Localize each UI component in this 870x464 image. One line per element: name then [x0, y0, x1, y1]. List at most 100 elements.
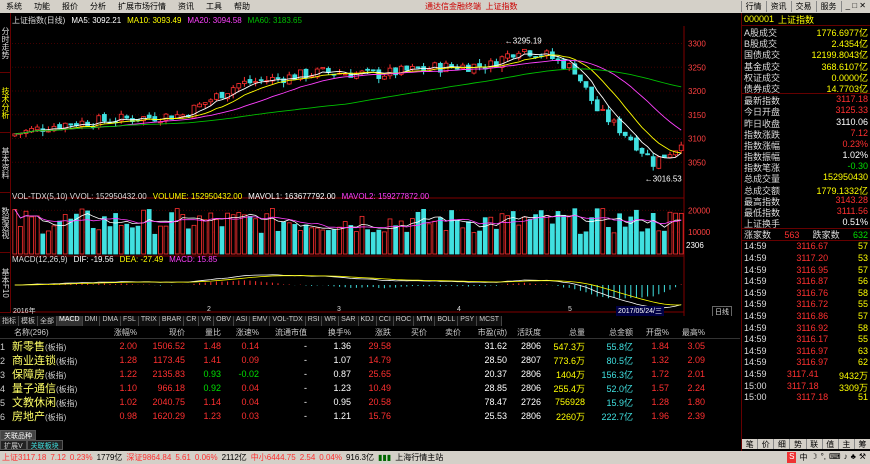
table-row[interactable]: 2 商业连锁(板指) 1.28 1173.45 1.41 0.09-1.07 14.79 28…	[0, 353, 740, 367]
right-tab[interactable]: 筹	[855, 439, 870, 449]
indicator-tab[interactable]: PSY	[458, 316, 478, 326]
indicator-tab[interactable]: MACD	[57, 316, 83, 326]
tick-row: 15:00 3117.18 51	[742, 392, 870, 404]
column-header[interactable]: 最高%	[672, 327, 708, 338]
menu-help[interactable]: 帮助	[228, 1, 256, 12]
menu-right-trade[interactable]: 交易	[790, 1, 816, 12]
indicator-tab[interactable]: FSL	[121, 316, 139, 326]
status-zx[interactable]: 中小6444.75	[251, 452, 296, 463]
indicator-tab[interactable]: OBV	[214, 316, 234, 326]
right-tab[interactable]: 联	[807, 439, 823, 449]
volume-bar	[354, 231, 359, 255]
indicator-tab[interactable]: SAR	[339, 316, 359, 326]
menu-quote[interactable]: 报价	[56, 1, 84, 12]
candle	[180, 114, 186, 117]
volume-bar	[594, 208, 600, 255]
tools-icon[interactable]: ⚒	[859, 452, 866, 463]
tick-row: 14:59 3117.41 9432万	[742, 369, 870, 381]
column-header[interactable]: 量比	[188, 327, 224, 338]
indicator-tab[interactable]: 全部	[38, 316, 57, 326]
indicator-tab[interactable]: 模板	[19, 316, 38, 326]
tab-basic-info[interactable]: 基本资料	[0, 133, 11, 193]
right-tab[interactable]: 值	[823, 439, 839, 449]
volume-bar	[214, 219, 219, 255]
indicator-tab[interactable]: CR	[184, 316, 200, 326]
indicator-tab[interactable]: VOL-TDX	[270, 316, 306, 326]
column-header[interactable]: 市盈(动)	[464, 327, 510, 338]
indicator-tab[interactable]: DMA	[100, 316, 122, 326]
tick-row: 14:59 3116.95 57	[742, 265, 870, 277]
indicator-tab[interactable]: KDJ	[358, 316, 377, 326]
column-header[interactable]: 现价	[140, 327, 188, 338]
menu-right-news[interactable]: 资讯	[765, 1, 791, 12]
table-row[interactable]: 1 新零售(板指) 2.00 1506.52 1.48 0.14-1.36 29.58 31.…	[0, 339, 740, 353]
indicator-tab[interactable]: TRIX	[138, 316, 160, 326]
column-header[interactable]: 涨速%	[224, 327, 262, 338]
status-sh[interactable]: 上证3117.18	[2, 452, 46, 463]
column-header[interactable]: 名称(296)	[0, 327, 100, 338]
indicator-tab[interactable]: MTM	[414, 316, 436, 326]
punct-icon[interactable]: °,	[821, 452, 826, 463]
indicator-tab[interactable]: BRAR	[159, 316, 185, 326]
tab-related-sector[interactable]: 关联板块	[26, 440, 63, 450]
tab-intraday[interactable]: 分时走势	[0, 13, 11, 73]
window-controls[interactable]: _ □ ✕	[840, 1, 870, 12]
column-header[interactable]: 买价	[394, 327, 430, 338]
volume-bar	[656, 230, 662, 255]
tab-ext[interactable]: 扩展V	[0, 440, 27, 450]
right-tab[interactable]: 笔	[742, 439, 759, 449]
column-header[interactable]: 开盘%	[636, 327, 672, 338]
indicator-tab[interactable]: RSI	[305, 316, 323, 326]
volume-bar	[113, 213, 118, 255]
column-header[interactable]: 活跃度	[510, 327, 544, 338]
menu-right-service[interactable]: 服务	[815, 1, 841, 12]
right-tab[interactable]: 主	[839, 439, 855, 449]
tab-f10[interactable]: 基本F10	[0, 253, 11, 313]
column-header[interactable]: 涨幅%	[100, 327, 140, 338]
indicator-tab[interactable]: BOLL	[435, 316, 459, 326]
column-header[interactable]: 换手%	[310, 327, 354, 338]
menu-system[interactable]: 系统	[0, 1, 28, 12]
table-row[interactable]: 3 保障房(板指) 1.22 2135.83 0.93 -0.02-0.87 25.65 20…	[0, 367, 740, 381]
candle	[606, 109, 611, 123]
tab-technical[interactable]: 技术分析	[0, 73, 11, 133]
ime-lang-icon[interactable]: 中	[799, 452, 807, 463]
column-header[interactable]: 涨跌	[354, 327, 394, 338]
stat-label: A股成交	[744, 28, 778, 38]
indicator-tab[interactable]: ASI	[233, 316, 251, 326]
status-sz[interactable]: 深证9864.84	[126, 452, 171, 463]
column-header[interactable]: 总金额	[588, 327, 636, 338]
table-row[interactable]: 6 房地产(板指) 0.98 1620.29 1.23 0.03 - 1.21 15.76 25.…	[0, 409, 740, 423]
volume-bar	[107, 226, 113, 255]
indicator-tab[interactable]: 指标	[0, 316, 19, 326]
moon-icon[interactable]: ☽	[810, 452, 817, 463]
indicator-tab[interactable]: EMV	[250, 316, 271, 326]
column-header[interactable]: 流通市值	[262, 327, 310, 338]
right-tab[interactable]: 价	[758, 439, 775, 449]
ime-icon[interactable]: S	[787, 452, 797, 463]
tab-data-view[interactable]: 数据透视	[0, 193, 11, 253]
column-header[interactable]: 卖价	[430, 327, 464, 338]
voice-icon[interactable]: ♪	[844, 452, 848, 463]
table-row[interactable]: 5 文教休闲(板指) 1.02 2040.75 1.14 0.04-0.95 20.58 78…	[0, 395, 740, 409]
indicator-tab[interactable]: WR	[322, 316, 340, 326]
menu-ext-market[interactable]: 扩展市场行情	[112, 1, 172, 12]
skin-icon[interactable]: ♣	[851, 452, 856, 463]
tab-related[interactable]: 关联品种	[0, 430, 36, 440]
menu-tools[interactable]: 工具	[200, 1, 228, 12]
indicator-tab[interactable]: MCST	[477, 316, 503, 326]
indicator-tab[interactable]: ROC	[393, 316, 415, 326]
table-row[interactable]: 4 量子通信(板指) 1.10 966.18 0.92 0.04-1.23 10.49 28.…	[0, 381, 740, 395]
indicator-tab[interactable]: DMI	[82, 316, 101, 326]
menu-right-quote[interactable]: 行情	[740, 1, 766, 12]
indicator-tab[interactable]: CCI	[376, 316, 394, 326]
menu-function[interactable]: 功能	[28, 1, 56, 12]
keyboard-icon[interactable]: ⌨	[829, 452, 841, 463]
indicator-tab[interactable]: VR	[199, 316, 215, 326]
column-header[interactable]: 总量	[544, 327, 588, 338]
chart-area[interactable]: 3300 3250 3200 3150 3100 3050 ←3295.19 ←3016.53…	[12, 26, 740, 316]
right-tab[interactable]: 细	[774, 439, 791, 449]
menu-analysis[interactable]: 分析	[84, 1, 112, 12]
right-tab[interactable]: 势	[790, 439, 807, 449]
menu-news[interactable]: 资讯	[172, 1, 200, 12]
